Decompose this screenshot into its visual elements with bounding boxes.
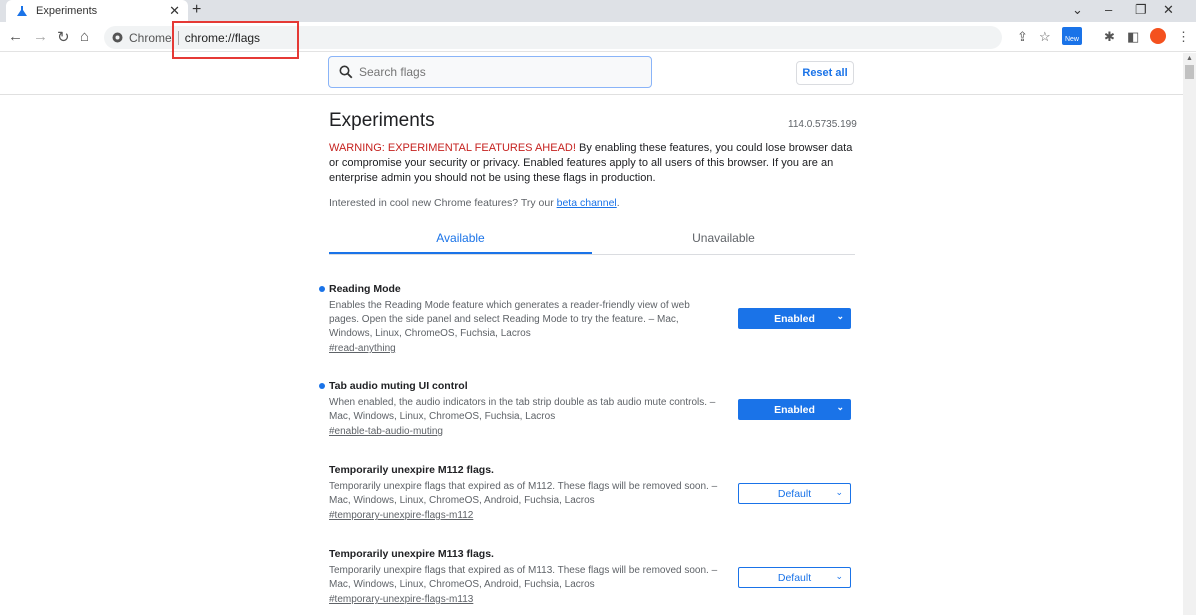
warning-heading: WARNING: EXPERIMENTAL FEATURES AHEAD! [329, 142, 576, 154]
flag-item: Tab audio muting UI control When enabled… [319, 380, 729, 437]
scroll-thumb[interactable] [1185, 65, 1194, 79]
chevron-down-icon: ⌄ [836, 311, 844, 321]
forward-icon[interactable]: → [33, 28, 48, 45]
flag-permalink[interactable]: #temporary-unexpire-flags-m112 [329, 510, 729, 521]
flag-item: Temporarily unexpire M113 flags. Tempora… [329, 548, 729, 605]
search-input[interactable] [359, 65, 619, 79]
search-box[interactable] [328, 56, 652, 88]
tab-available[interactable]: Available [329, 226, 592, 254]
tab-search-icon[interactable]: ⌄ [1072, 2, 1083, 18]
back-icon[interactable]: ← [8, 28, 23, 45]
beta-channel-link[interactable]: beta channel [557, 197, 617, 209]
flag-state-value: Default [777, 487, 812, 500]
flag-state-value: Enabled [774, 403, 815, 416]
chevron-down-icon: ⌄ [836, 402, 844, 412]
page-title: Experiments [329, 110, 435, 131]
extension-new-icon[interactable]: New [1062, 27, 1082, 45]
profile-avatar[interactable] [1150, 28, 1166, 44]
puzzle-extensions-icon[interactable]: ✱ [1104, 29, 1115, 45]
flag-permalink[interactable]: #temporary-unexpire-flags-m113 [329, 594, 729, 605]
bookmark-star-icon[interactable]: ☆ [1039, 29, 1051, 45]
modified-dot [319, 286, 325, 292]
flag-permalink[interactable]: #enable-tab-audio-muting [329, 426, 729, 437]
new-tab-button[interactable]: + [192, 1, 201, 19]
flags-header: Reset all [0, 53, 1183, 95]
flag-state-select[interactable]: Enabled ⌄ [738, 308, 851, 329]
beta-promo: Interested in cool new Chrome features? … [329, 197, 620, 209]
beta-promo-text: Interested in cool new Chrome features? … [329, 197, 557, 209]
tab-strip: Experiments ✕ + ⌄ – ❐ ✕ [0, 0, 1196, 22]
flags-tabs: Available Unavailable [329, 226, 855, 255]
modified-dot [319, 383, 325, 389]
minimize-icon[interactable]: – [1105, 2, 1112, 17]
flag-name: Tab audio muting UI control [329, 380, 468, 392]
flag-permalink[interactable]: #read-anything [329, 343, 729, 354]
flag-name: Temporarily unexpire M113 flags. [329, 548, 494, 560]
flag-state-value: Default [777, 571, 812, 584]
flag-state-value: Enabled [774, 312, 815, 325]
flag-description: Enables the Reading Mode feature which g… [329, 300, 690, 339]
chrome-icon [112, 32, 123, 43]
beta-promo-end: . [616, 197, 620, 209]
share-icon[interactable]: ⇪ [1017, 29, 1028, 45]
version-label: 114.0.5735.199 [788, 119, 857, 130]
flag-state-select[interactable]: Default ⌄ [738, 483, 851, 504]
side-panel-icon[interactable]: ◧ [1127, 29, 1139, 45]
flag-item: Reading Mode Enables the Reading Mode fe… [319, 283, 729, 354]
flag-state-select[interactable]: Default ⌄ [738, 567, 851, 588]
flag-item: Temporarily unexpire M112 flags. Tempora… [329, 464, 729, 521]
tab-unavailable[interactable]: Unavailable [592, 226, 855, 254]
flask-icon [17, 6, 27, 16]
chrome-chip: Chrome [112, 31, 172, 45]
chevron-down-icon: ⌄ [835, 487, 843, 497]
chrome-chip-label: Chrome [129, 30, 172, 45]
tab-title: Experiments [36, 5, 98, 17]
scrollbar[interactable]: ▲ [1183, 53, 1196, 615]
flag-name: Reading Mode [329, 283, 401, 295]
flag-state-select[interactable]: Enabled ⌄ [738, 399, 851, 420]
restore-icon[interactable]: ❐ [1135, 2, 1147, 18]
menu-icon[interactable]: ⋮ [1177, 29, 1190, 45]
search-icon [339, 65, 353, 79]
close-icon[interactable]: ✕ [169, 3, 180, 19]
scroll-up-icon[interactable]: ▲ [1186, 55, 1193, 62]
home-icon[interactable]: ⌂ [80, 28, 89, 45]
warning-text: WARNING: EXPERIMENTAL FEATURES AHEAD! By… [329, 141, 859, 186]
chevron-down-icon: ⌄ [835, 571, 843, 581]
flag-description: Temporarily unexpire flags that expired … [329, 481, 718, 506]
flag-description: When enabled, the audio indicators in th… [329, 397, 716, 422]
reset-all-button[interactable]: Reset all [796, 61, 854, 85]
window-close-icon[interactable]: ✕ [1163, 2, 1174, 18]
reload-icon[interactable]: ↻ [57, 28, 70, 46]
flag-name: Temporarily unexpire M112 flags. [329, 464, 494, 476]
flag-description: Temporarily unexpire flags that expired … [329, 565, 718, 590]
browser-tab[interactable]: Experiments ✕ [6, 0, 188, 22]
